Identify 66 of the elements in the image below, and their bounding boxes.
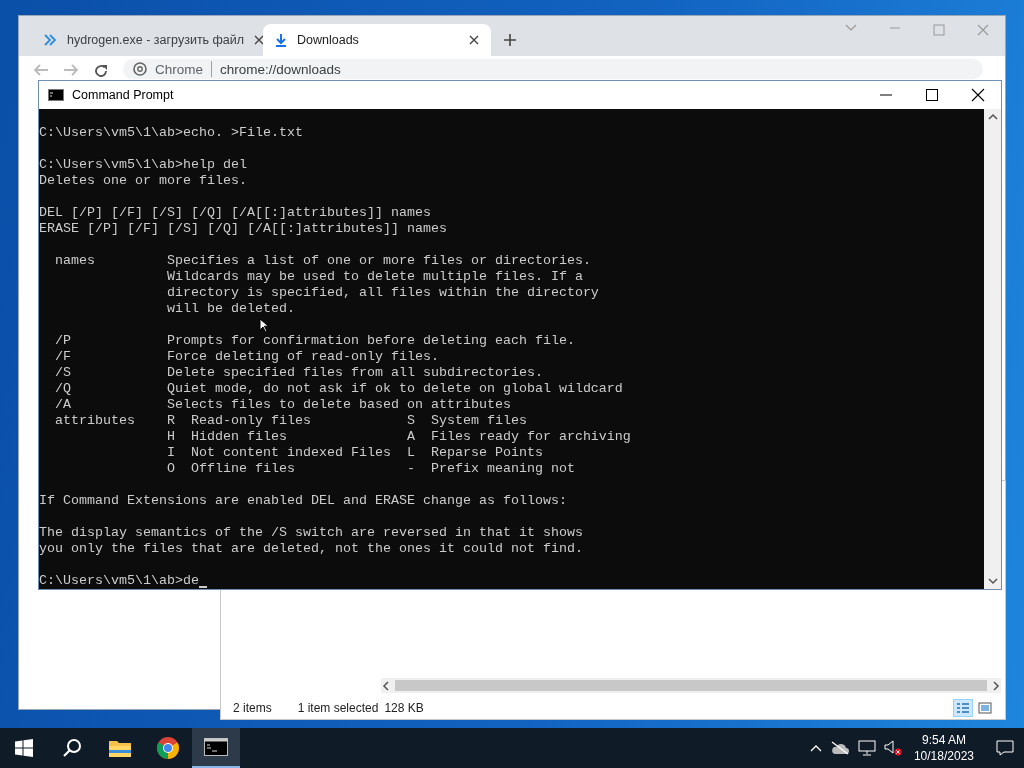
cloud-icon[interactable] bbox=[829, 741, 850, 755]
browser-tab[interactable]: hydrogen.exe - загрузить файл bbox=[31, 24, 259, 56]
console-line: /P Prompts for confirmation before deleting each file. bbox=[54, 333, 575, 349]
address-bar[interactable]: Chrome chrome://downloads bbox=[123, 59, 983, 79]
clock[interactable]: 9:54 AM 10/18/2023 bbox=[913, 732, 974, 764]
horizontal-scrollbar[interactable] bbox=[381, 678, 1001, 693]
console-line: Deletes one or more files. bbox=[39, 173, 247, 189]
chevron-up-icon[interactable] bbox=[809, 744, 822, 752]
console-line: /A Selects files to delete based on attributes bbox=[54, 397, 511, 413]
url-text: chrome://downloads bbox=[220, 61, 341, 77]
chrome-icon bbox=[156, 736, 180, 760]
folder-icon bbox=[108, 738, 132, 758]
console-line: /S Delete specified files from all subdirectories. bbox=[54, 365, 543, 381]
double-chevron-icon bbox=[43, 33, 57, 47]
reload-icon[interactable] bbox=[93, 63, 109, 79]
mouse-pointer-icon bbox=[259, 318, 269, 333]
console-line: /Q Quiet mode, do not ask if ok to delete on global wildcard bbox=[54, 381, 623, 397]
console-icon bbox=[48, 89, 64, 101]
network-icon[interactable] bbox=[857, 740, 876, 756]
chrome-logo-icon bbox=[133, 62, 147, 76]
view-button[interactable] bbox=[953, 699, 973, 717]
windows-logo-icon bbox=[15, 739, 33, 757]
notification-icon[interactable] bbox=[996, 740, 1014, 756]
text-cursor bbox=[198, 586, 207, 588]
console-line: C:\Users\vm5\1\ab>help del bbox=[39, 157, 247, 173]
console-icon bbox=[204, 738, 228, 756]
console-line: C:\Users\vm5\1\ab>echo. >File.txt bbox=[39, 125, 303, 141]
scroll-left-icon[interactable] bbox=[381, 680, 391, 691]
new-tab-icon[interactable] bbox=[503, 33, 517, 47]
console-line: DEL [/P] [/F] [/S] [/Q] [/A[[:]attributes]] names bbox=[39, 205, 431, 221]
item-count: 2 items bbox=[233, 701, 272, 715]
console-line: attributes R Read-only files S System files bbox=[54, 413, 527, 429]
details-view-icon bbox=[956, 702, 970, 714]
search-icon bbox=[62, 738, 82, 758]
console-line: The display semantics of the /S switch are reversed in that it shows bbox=[39, 525, 583, 541]
console-line: O Offline files - Prefix meaning not bbox=[165, 461, 575, 477]
scroll-down-icon[interactable] bbox=[987, 577, 998, 585]
console-line: C:\Users\vm5\1\ab>de bbox=[39, 573, 199, 589]
selection-status: 1 item selected bbox=[297, 701, 379, 715]
taskbar-app[interactable] bbox=[192, 728, 240, 768]
scroll-up-icon[interactable] bbox=[987, 113, 998, 121]
large-icons-view-icon bbox=[978, 702, 992, 714]
close-icon[interactable] bbox=[469, 35, 479, 45]
close-icon[interactable] bbox=[971, 88, 985, 102]
console-line: names Specifies a list of one or more files or directories. bbox=[54, 253, 591, 269]
vertical-scrollbar[interactable] bbox=[984, 109, 1001, 589]
speaker-muted-icon[interactable] bbox=[883, 740, 902, 756]
site-label: Chrome bbox=[155, 61, 203, 77]
console-line: you only the files that are deleted, not the ones it could not find. bbox=[39, 541, 583, 557]
console-line: will be deleted. bbox=[165, 301, 295, 317]
console-line: Wildcards may be used to delete multiple files. If a bbox=[165, 269, 583, 285]
clock-date: 10/18/2023 bbox=[913, 748, 974, 764]
window-title: Command Prompt bbox=[72, 88, 174, 102]
selection-size: 128 KB bbox=[384, 701, 424, 715]
console-line: /F Force deleting of read-only files. bbox=[54, 349, 439, 365]
clock-time: 9:54 AM bbox=[921, 732, 966, 748]
console-line: ERASE [/P] [/F] [/S] [/Q] [/A[[:]attributes]] names bbox=[39, 221, 447, 237]
scroll-right-icon[interactable] bbox=[991, 680, 1001, 691]
close-icon[interactable] bbox=[254, 35, 265, 45]
download-icon bbox=[275, 33, 287, 47]
browser-tab[interactable]: Downloads bbox=[263, 24, 491, 56]
maximize-icon[interactable] bbox=[925, 88, 939, 102]
console-line: H Hidden files A Files ready for archiving bbox=[165, 429, 631, 445]
console-line: I Not content indexed Files L Reparse Points bbox=[165, 445, 543, 461]
console-line: If Command Extensions are enabled DEL and ERASE change as follows: bbox=[39, 493, 567, 509]
console-line: directory is specified, all files within the directory bbox=[165, 285, 599, 301]
